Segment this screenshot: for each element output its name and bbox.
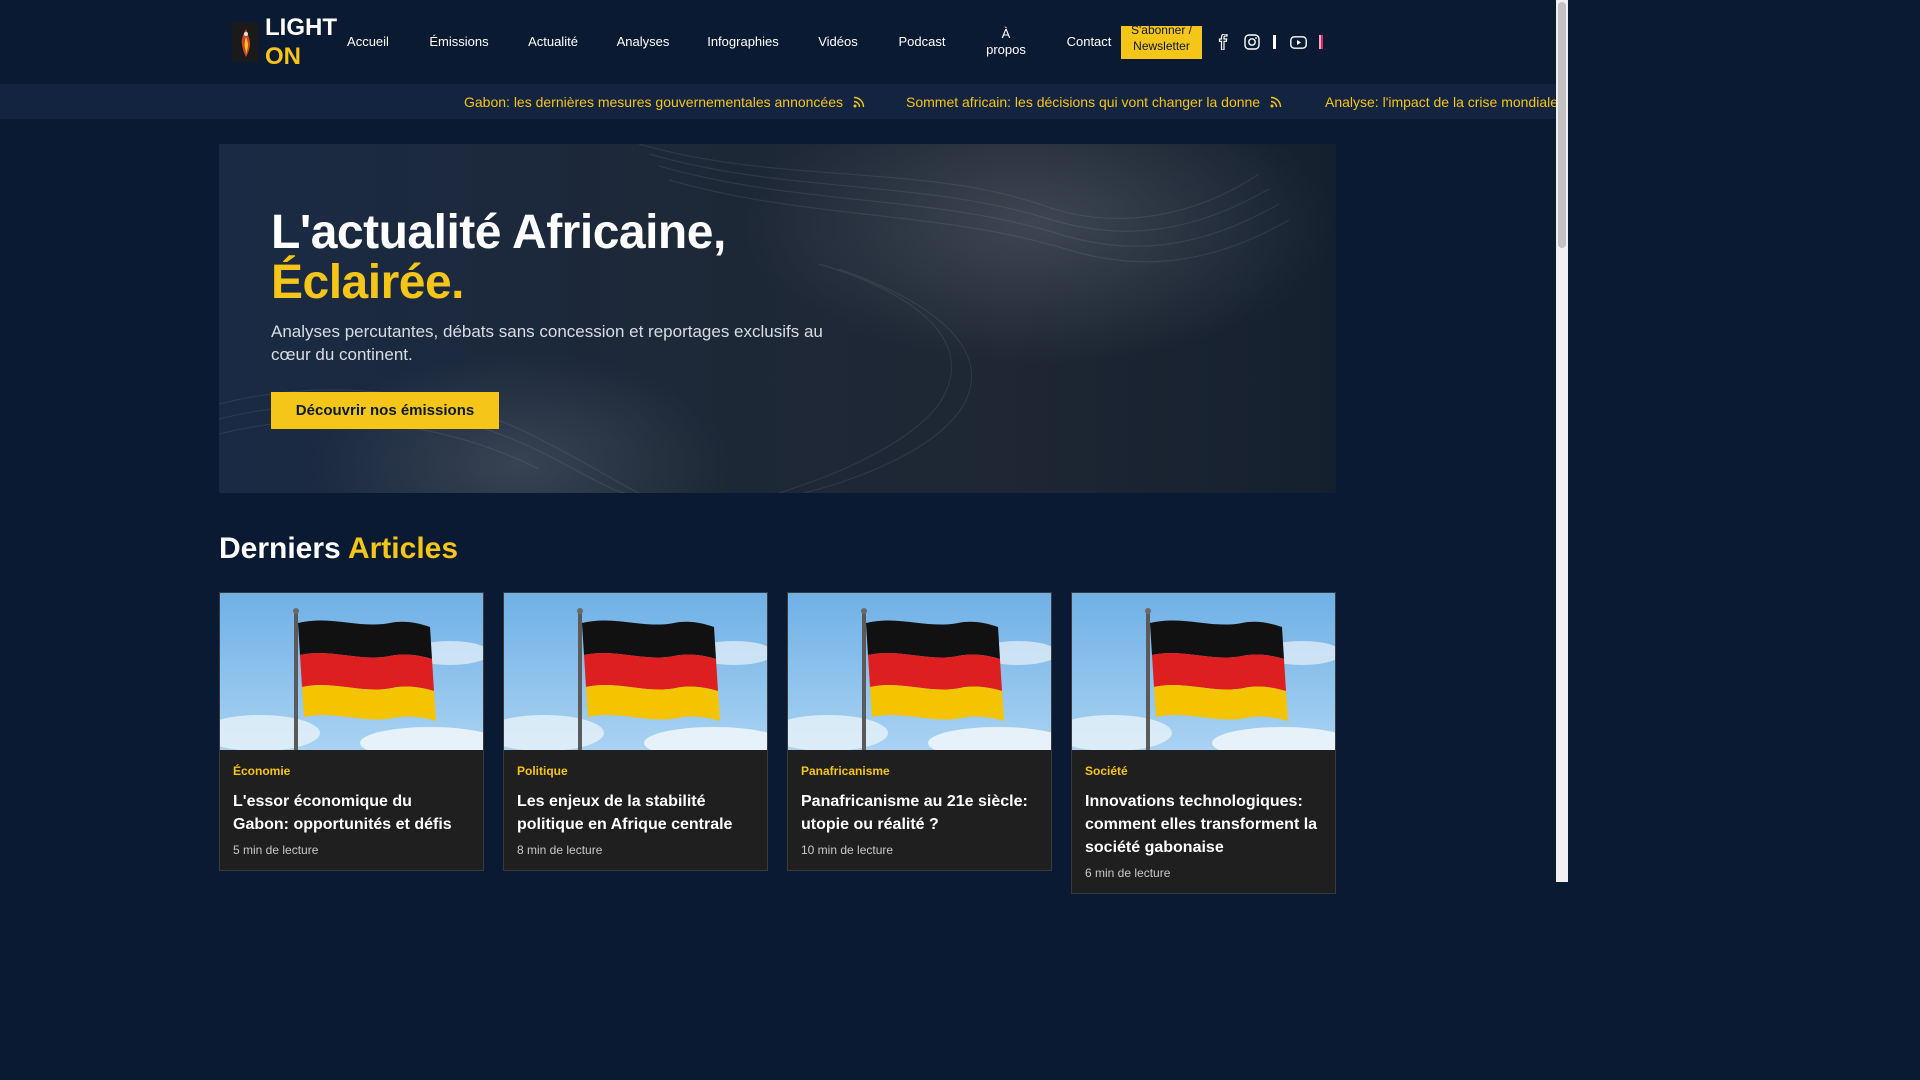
article-read-time: 8 min de lecture <box>517 843 603 857</box>
subscribe-label: S'abonner / Newsletter <box>1130 26 1192 53</box>
ticker-item[interactable]: Sommet africain: les décisions qui vont … <box>906 84 1282 119</box>
logo-flame-icon <box>232 22 259 62</box>
ticker-item[interactable]: Gabon: les dernières mesures gouvernemen… <box>464 84 865 119</box>
article-category[interactable]: Politique <box>517 764 754 778</box>
nav-accueil[interactable]: Accueil <box>342 0 394 84</box>
nav-analyses[interactable]: Analyses <box>614 0 672 84</box>
article-title[interactable]: Innovations technologiques: comment elle… <box>1085 790 1322 859</box>
nav-emissions[interactable]: Émissions <box>426 0 492 84</box>
subscribe-button[interactable]: S'abonner / Newsletter <box>1121 26 1202 59</box>
article-title[interactable]: Panafricanisme au 21e siècle: utopie ou … <box>801 790 1038 836</box>
ticker-text: Gabon: les dernières mesures gouvernemen… <box>464 93 844 110</box>
nav-podcast[interactable]: Podcast <box>894 0 950 84</box>
rss-icon <box>853 96 865 107</box>
ticker-text: Analyse: l'impact de la crise mondiale s… <box>1325 93 1556 110</box>
article-image <box>788 593 1051 750</box>
article-card[interactable]: Société Innovations technologiques: comm… <box>1071 592 1336 894</box>
ticker-item[interactable]: Analyse: l'impact de la crise mondiale s… <box>1325 84 1556 119</box>
tiktok-icon[interactable] <box>1312 33 1330 51</box>
article-card[interactable]: Panafricanisme Panafricanisme au 21e siè… <box>787 592 1052 871</box>
article-image <box>220 593 483 750</box>
latest-articles-heading: Derniers Articles <box>219 530 458 568</box>
site-logo[interactable]: LIGHT ON <box>232 14 337 70</box>
nav-videos[interactable]: Vidéos <box>812 0 864 84</box>
discover-shows-button[interactable]: Découvrir nos émissions <box>271 392 499 429</box>
rss-icon <box>1270 96 1282 107</box>
instagram-icon[interactable] <box>1243 33 1261 51</box>
hero-subtitle: Analyses percutantes, débats sans conces… <box>271 322 823 364</box>
logo-line2: ON <box>265 43 301 70</box>
nav-actualite[interactable]: Actualité <box>524 0 582 84</box>
hero-background-swirl <box>219 144 1290 493</box>
x-icon[interactable] <box>1266 33 1284 51</box>
article-card[interactable]: Économie L'essor économique du Gabon: op… <box>219 592 484 871</box>
section-title-part2: Articles <box>347 532 459 565</box>
article-read-time: 5 min de lecture <box>233 843 319 857</box>
news-ticker: Gabon: les dernières mesures gouvernemen… <box>0 84 1556 119</box>
article-category[interactable]: Panafricanisme <box>801 764 1038 778</box>
logo-wordmark: LIGHT ON <box>265 13 337 71</box>
hero-banner: L'actualité Africaine, Éclairée. Analyse… <box>219 144 1336 493</box>
article-title[interactable]: Les enjeux de la stabilité politique en … <box>517 790 754 836</box>
nav-infographies[interactable]: Infographies <box>706 0 780 84</box>
article-image <box>1072 593 1335 750</box>
nav-a-propos[interactable]: À propos <box>982 0 1030 84</box>
scrollbar-thumb[interactable] <box>1558 2 1566 248</box>
facebook-icon[interactable] <box>1214 33 1232 51</box>
section-title-part1: Derniers <box>219 532 341 565</box>
article-read-time: 10 min de lecture <box>801 843 894 857</box>
article-category[interactable]: Société <box>1085 764 1322 778</box>
youtube-icon[interactable] <box>1289 33 1307 51</box>
nav-contact[interactable]: Contact <box>1062 0 1116 84</box>
logo-line1: LIGHT <box>265 14 337 41</box>
hero-title-line2: Éclairée. <box>271 256 464 309</box>
article-card[interactable]: Politique Les enjeux de la stabilité pol… <box>503 592 768 871</box>
article-category[interactable]: Économie <box>233 764 470 778</box>
site-header: LIGHT ON Accueil Émissions Actualité Ana… <box>0 0 1556 84</box>
article-read-time: 6 min de lecture <box>1085 866 1171 880</box>
hero-title: L'actualité Africaine, Éclairée. <box>271 208 726 308</box>
article-title[interactable]: L'essor économique du Gabon: opportunité… <box>233 790 470 836</box>
hero-title-line1: L'actualité Africaine, <box>271 206 726 259</box>
article-image <box>504 593 767 750</box>
ticker-text: Sommet africain: les décisions qui vont … <box>906 93 1261 110</box>
